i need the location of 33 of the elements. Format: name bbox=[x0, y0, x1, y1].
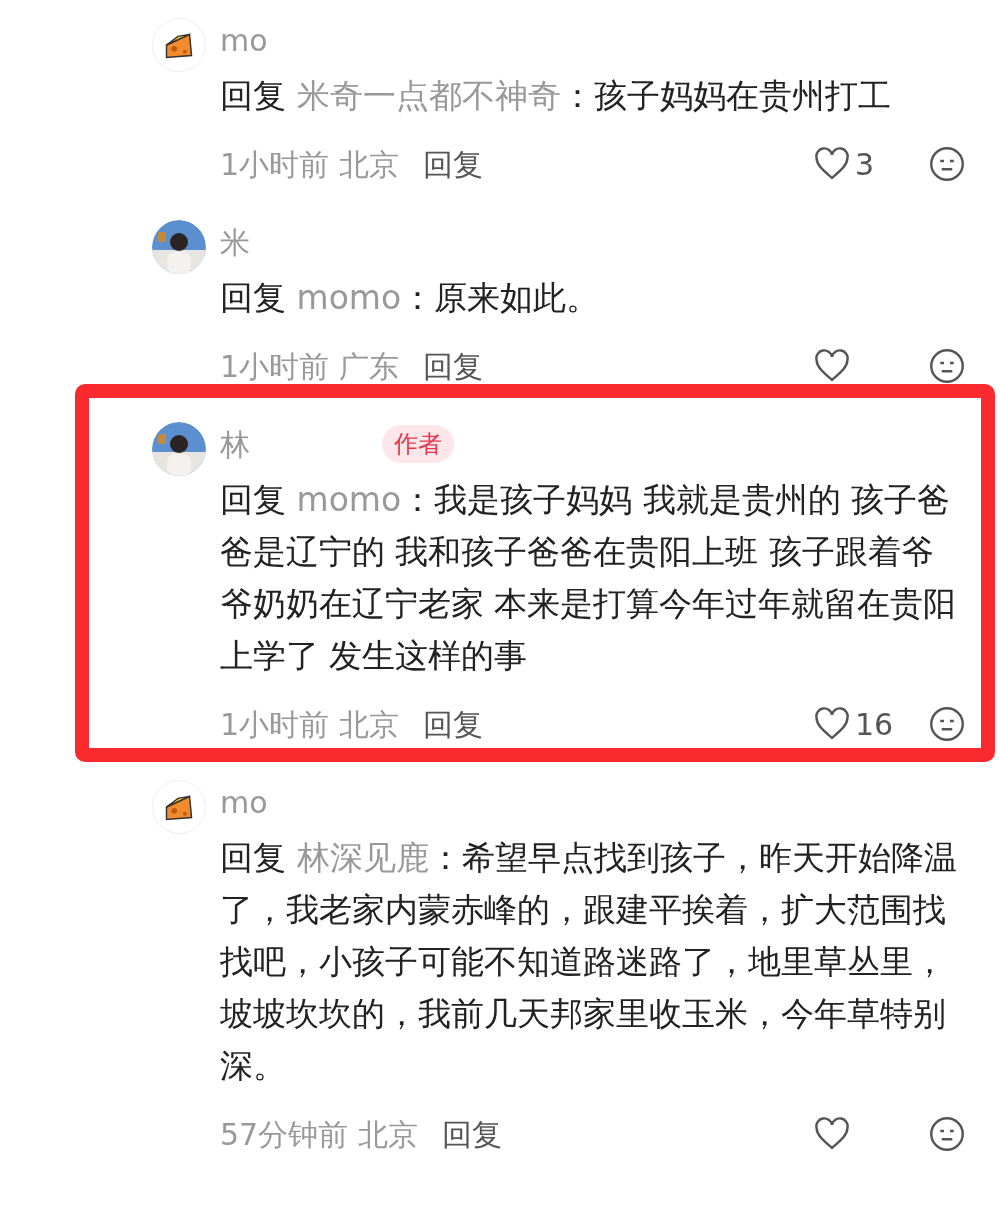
reply-button[interactable]: 回复 bbox=[422, 701, 483, 747]
reply-button[interactable]: 回复 bbox=[422, 141, 483, 187]
comment-text: 回复 林深见鹿：希望早点找到孩子，昨天开始降温了，我老家内蒙赤峰的，跟建平挨着，扩大范围找找吧，小孩子可能不知道路迷路了，地里草丛里，坡坡坎坎的，我前几天邦家里收玉米，今年草特别深。 bbox=[220, 837, 958, 1087]
comment-meta: 1小时前 广东 bbox=[220, 347, 399, 386]
like-count: 3 bbox=[855, 145, 876, 184]
heart-icon[interactable] bbox=[813, 1117, 851, 1151]
comment-text: 回复 momo：我是孩子妈妈 我就是贵州的 孩子爸爸是辽宁的 我和孩子爸爸在贵阳上班 孩子跟着爷爷奶奶在辽宁老家 本来是打算今年过年就留在贵阳上学了 发生这样的事 bbox=[220, 479, 958, 677]
author-name[interactable]: 米 bbox=[220, 219, 250, 265]
comment-text: 回复 米奇一点都不神奇：孩子妈妈在贵州打工 bbox=[220, 75, 892, 117]
reply-target-link[interactable]: momo bbox=[296, 480, 402, 519]
heart-icon[interactable] bbox=[813, 147, 851, 181]
author-name[interactable]: 林 bbox=[220, 421, 250, 467]
author-name[interactable]: mo bbox=[220, 17, 268, 63]
cheese-icon bbox=[152, 18, 206, 72]
meh-face-icon[interactable] bbox=[929, 146, 965, 182]
meh-face-icon[interactable] bbox=[929, 706, 965, 742]
cheese-icon bbox=[152, 780, 206, 834]
author-badge: 作者 bbox=[382, 425, 454, 463]
comment-meta: 1小时前 北京 bbox=[220, 705, 399, 744]
meh-face-icon[interactable] bbox=[929, 348, 965, 384]
reply-button[interactable]: 回复 bbox=[422, 343, 483, 389]
author-name[interactable]: mo bbox=[220, 779, 268, 825]
like-count: 16 bbox=[855, 705, 895, 744]
reply-target-link[interactable]: 米奇一点都不神奇 bbox=[296, 76, 561, 115]
reply-target-link[interactable]: momo bbox=[296, 278, 402, 317]
reply-button[interactable]: 回复 bbox=[441, 1111, 502, 1157]
reply-target-link[interactable]: 林深见鹿 bbox=[296, 838, 429, 877]
comment-text: 回复 momo：原来如此。 bbox=[220, 277, 601, 319]
heart-icon[interactable] bbox=[813, 707, 851, 741]
heart-icon[interactable] bbox=[813, 349, 851, 383]
comment-meta: 57分钟前 北京 bbox=[220, 1115, 418, 1154]
comment-meta: 1小时前 北京 bbox=[220, 145, 399, 184]
meh-face-icon[interactable] bbox=[929, 1116, 965, 1152]
